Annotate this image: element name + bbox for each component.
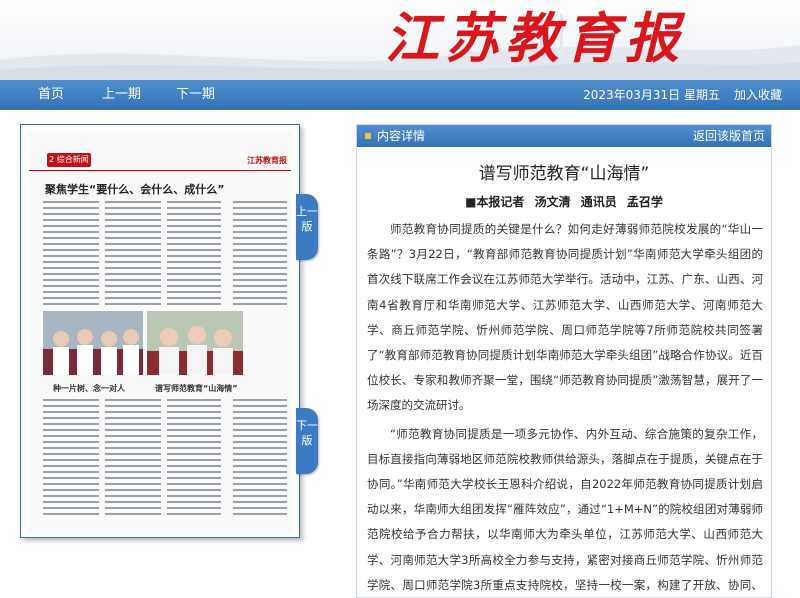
back-to-page-link[interactable]: 返回该版首页 [693,125,765,147]
panel-header: 内容详情 返回该版首页 [357,125,771,147]
text-columns-bottom [43,399,287,515]
add-favorite-link[interactable]: 加入收藏 [734,80,782,110]
article-paragraph: 师范教育协同提质的关键是什么？如何走好薄弱师范院校发展的“华山一条路”？3月22… [367,222,763,413]
article-paragraph: “师范教育协同提质是一项多元协作、内外互动、综合施策的复杂工作，目标直接指向薄弱… [367,426,763,592]
square-bullet-icon [365,133,371,139]
page-masthead: 江苏教育报 [247,156,287,165]
nav-next-issue[interactable]: 下一期 [176,80,215,110]
newspaper-page[interactable]: 2 综合新闻 江苏教育报 聚焦学生“要什么、会什么、成什么” 种一片树、念一对人… [29,131,291,531]
newspaper-page-frame[interactable]: 2 综合新闻 江苏教育报 聚焦学生“要什么、会什么、成什么” 种一片树、念一对人… [20,124,300,538]
top-nav: 首页 上一期 下一期 2023年03月31日 星期五 加入收藏 [0,80,800,110]
page-headline[interactable]: 聚焦学生“要什么、会什么、成什么” [45,181,224,197]
nav-home[interactable]: 首页 [38,80,64,110]
panel-title: 内容详情 [377,129,426,143]
header-banner: 江苏教育报 [0,0,800,80]
article-title: 谱写师范教育“山海情” [478,164,650,184]
photo-students-left[interactable] [43,311,143,375]
page-caption-left[interactable]: 种一片树、念一对人 [53,383,125,394]
photo-students-right[interactable] [147,311,243,375]
next-page-tab[interactable]: 下一版 [296,408,318,474]
article-byline: ■本报记者 汤文清 通讯员 孟召学 [465,195,663,209]
section-badge: 2 综合新闻 [47,153,91,167]
content-panel: 内容详情 返回该版首页 谱写师范教育“山海情” ■本报记者 汤文清 通讯员 孟召… [356,124,772,598]
article-body: 师范教育协同提质的关键是什么？如何走好薄弱师范院校发展的“华山一条路”？3月22… [367,217,763,597]
issue-date: 2023年03月31日 星期五 [583,88,720,102]
page-caption-right[interactable]: 谱写师范教育“山海情” [155,383,238,394]
prev-page-tab[interactable]: 上一版 [296,194,318,260]
text-columns-top [43,201,287,305]
nav-prev-issue[interactable]: 上一期 [102,80,141,110]
site-logo[interactable]: 江苏教育报 [385,6,685,70]
